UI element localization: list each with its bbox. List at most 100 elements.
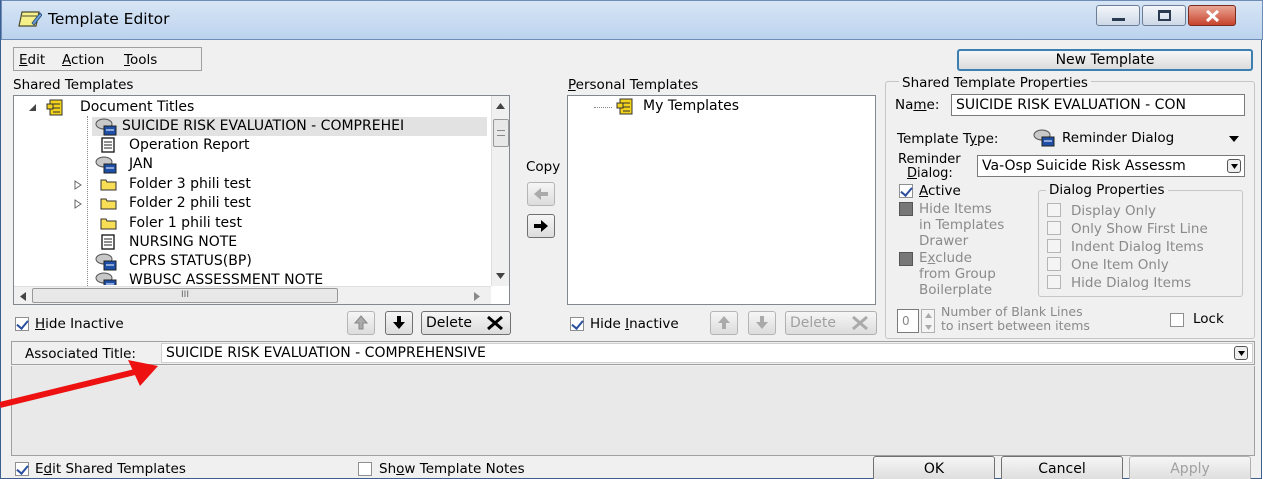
ok-button[interactable]: OK xyxy=(873,456,995,479)
menu-edit[interactable]: Edit xyxy=(19,52,45,68)
blank-lines-input[interactable]: 0 xyxy=(897,309,919,333)
tree-item-nursing-note[interactable]: NURSING NOTE xyxy=(96,233,486,252)
move-down-button[interactable] xyxy=(385,311,413,335)
reminder-dialog-icon xyxy=(95,272,117,285)
apply-button[interactable]: Apply xyxy=(1129,456,1251,479)
delete-x-icon xyxy=(487,315,503,331)
arrow-right-icon xyxy=(534,220,548,232)
menu-bar: Edit Action Tools xyxy=(13,47,202,71)
arrow-down-icon xyxy=(756,316,768,329)
tree-item-wbusc-assessment-note[interactable]: WBUSC ASSESSMENT NOTE xyxy=(92,271,482,285)
associated-title-select[interactable]: SUICIDE RISK EVALUATION - COMPREHENSIVE xyxy=(161,343,1253,363)
arrow-left-icon xyxy=(534,188,548,200)
minimize-button[interactable] xyxy=(1096,5,1140,26)
scroll-thumb-horizontal[interactable]: III xyxy=(32,288,338,303)
tree-item-suicide-risk-evaluation[interactable]: SUICIDE RISK EVALUATION - COMPREHEI xyxy=(92,117,487,136)
scroll-up-arrow-icon[interactable] xyxy=(496,103,505,109)
document-icon xyxy=(101,137,115,153)
hide-inactive-shared-checkbox[interactable] xyxy=(15,317,29,331)
name-input[interactable]: SUICIDE RISK EVALUATION - CON xyxy=(951,94,1245,116)
tree-item-document-titles[interactable]: Document Titles xyxy=(29,98,509,117)
tree-item-my-templates[interactable]: My Templates xyxy=(616,97,816,116)
folder-icon xyxy=(100,198,117,210)
dropdown-button[interactable] xyxy=(1227,159,1241,173)
template-text-area[interactable] xyxy=(11,366,1255,456)
personal-move-down-button[interactable] xyxy=(748,311,776,335)
hide-inactive-shared-label: Hide Inactive xyxy=(35,316,124,332)
delete-shared-button[interactable]: Delete xyxy=(421,311,511,335)
one-item-only-label: One Item Only xyxy=(1071,257,1169,273)
tree-item-operation-report[interactable]: Operation Report xyxy=(96,136,486,155)
close-button[interactable] xyxy=(1188,5,1236,26)
hide-items-in-drawer-checkbox[interactable] xyxy=(899,202,913,216)
shared-templates-tree[interactable]: Document Titles SUICIDE RISK EVALUATION … xyxy=(13,95,510,305)
dialog-label: Dialog: xyxy=(907,166,953,181)
cancel-button[interactable]: Cancel xyxy=(1001,456,1123,479)
only-show-first-line-label: Only Show First Line xyxy=(1071,221,1208,237)
collapsed-arrow-icon xyxy=(74,180,82,190)
scroll-thumb[interactable] xyxy=(493,119,509,147)
reminder-dialog-icon xyxy=(95,118,117,136)
one-item-only-checkbox[interactable] xyxy=(1047,257,1061,271)
folder-icon xyxy=(100,218,117,230)
spin-down-icon[interactable] xyxy=(925,325,932,330)
personal-move-up-button[interactable] xyxy=(710,311,738,335)
collapsed-arrow-icon xyxy=(74,199,82,209)
new-template-button[interactable]: New Template xyxy=(957,49,1253,71)
arrow-up-icon xyxy=(718,316,730,329)
tree-item-folder-1[interactable]: Foler 1 phili test xyxy=(96,214,486,233)
tree-item-jan[interactable]: JAN xyxy=(92,155,482,174)
name-label: Name: xyxy=(895,97,940,113)
tree-item-cprs-status[interactable]: CPRS STATUS(BP) xyxy=(92,252,482,271)
lock-checkbox[interactable] xyxy=(1170,313,1184,327)
reminder-dialog-select[interactable]: Va-Osp Suicide Risk Assessm xyxy=(977,155,1245,177)
display-only-label: Display Only xyxy=(1071,203,1156,219)
tree-connector-line xyxy=(87,116,88,288)
dropdown-button[interactable] xyxy=(1234,346,1248,360)
exclude-from-boilerplate-checkbox[interactable] xyxy=(899,252,913,266)
hide-items-label: Hide Items in Templates Drawer xyxy=(919,201,1005,249)
close-icon xyxy=(1205,9,1220,23)
reminder-dialog-icon xyxy=(95,156,117,174)
indent-dialog-items-label: Indent Dialog Items xyxy=(1071,239,1204,255)
show-template-notes-label: Show Template Notes xyxy=(379,461,525,477)
reminder-dialog-icon xyxy=(95,253,117,271)
spin-up-icon[interactable] xyxy=(925,313,932,318)
template-type-select[interactable]: Reminder Dialog xyxy=(1024,125,1246,151)
tree-item-folder-2[interactable]: Folder 2 phili test xyxy=(74,194,486,213)
arrow-up-icon xyxy=(354,315,368,330)
maximize-button[interactable] xyxy=(1142,5,1186,26)
only-show-first-line-checkbox[interactable] xyxy=(1047,221,1061,235)
indent-dialog-items-checkbox[interactable] xyxy=(1047,239,1061,253)
scroll-right-arrow-icon[interactable] xyxy=(474,292,480,301)
title-bar: Template Editor xyxy=(1,0,1263,40)
tree-horizontal-scrollbar[interactable]: III xyxy=(14,286,491,304)
show-template-notes-checkbox[interactable] xyxy=(358,462,372,476)
menu-tools[interactable]: Tools xyxy=(124,52,157,68)
reminder-dialog-icon xyxy=(1033,129,1055,147)
maximize-icon xyxy=(1158,10,1171,21)
personal-templates-tree[interactable]: My Templates xyxy=(567,95,876,305)
copy-left-button[interactable] xyxy=(527,182,555,206)
active-checkbox[interactable] xyxy=(899,184,913,198)
template-type-label: Template Type: xyxy=(897,131,999,147)
copy-right-button[interactable] xyxy=(527,214,555,238)
hide-dialog-items-checkbox[interactable] xyxy=(1047,275,1061,289)
delete-x-icon xyxy=(852,315,868,331)
dialog-properties-header: Dialog Properties xyxy=(1046,182,1168,198)
blank-lines-spinner[interactable] xyxy=(921,309,935,333)
menu-action[interactable]: Action xyxy=(62,52,104,68)
scroll-left-arrow-icon[interactable] xyxy=(20,292,26,301)
personal-templates-header: Personal Templates xyxy=(568,77,699,93)
tree-connector-line xyxy=(594,107,612,108)
delete-personal-button[interactable]: Delete xyxy=(785,311,877,335)
move-up-button[interactable] xyxy=(347,311,375,335)
display-only-checkbox[interactable] xyxy=(1047,203,1061,217)
arrow-down-icon xyxy=(393,316,405,329)
edit-shared-templates-checkbox[interactable] xyxy=(15,462,29,476)
scroll-down-arrow-icon[interactable] xyxy=(496,273,505,279)
hide-inactive-personal-checkbox[interactable] xyxy=(570,317,584,331)
tree-vertical-scrollbar[interactable] xyxy=(491,96,509,286)
tree-item-folder-3[interactable]: Folder 3 phili test xyxy=(74,175,486,194)
chevron-down-icon xyxy=(1231,164,1238,169)
